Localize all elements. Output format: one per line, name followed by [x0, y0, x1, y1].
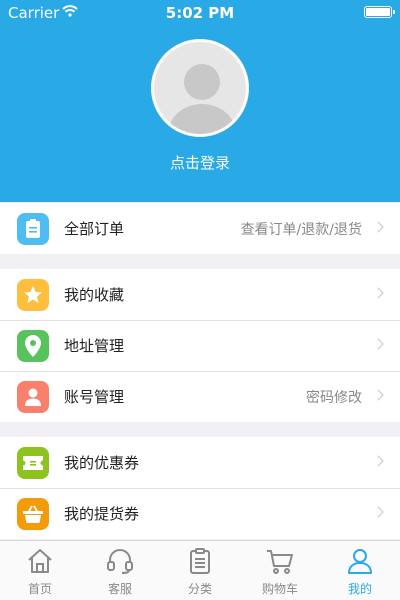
menu-item-label: 我的收藏 — [64, 286, 125, 304]
chevron-right-icon — [372, 338, 384, 350]
cart-icon — [267, 550, 293, 574]
menu-item-detail: 查看订单/退款/退货 — [240, 222, 362, 238]
tab-cart[interactable]: 购物车 — [240, 541, 320, 600]
clipboard-icon — [17, 213, 49, 245]
avatar-body-shape — [168, 104, 236, 134]
coupons-group: 我的优惠券 我的提货券 — [0, 437, 400, 539]
avatar-head-shape — [184, 64, 220, 100]
chevron-right-icon — [372, 221, 384, 233]
orders-group: 全部订单 查看订单/退款/退货 — [0, 203, 400, 254]
tab-label: 首页 — [27, 582, 52, 596]
status-bar: Carrier 5:02 PM — [0, 0, 400, 24]
menu-item-label: 账号管理 — [64, 388, 125, 406]
clipboard-list-icon — [190, 548, 210, 574]
battery-icon — [364, 6, 395, 18]
profile-header: Carrier 5:02 PM 点击登录 — [0, 0, 400, 202]
tab-label: 客服 — [107, 582, 132, 596]
basket-icon — [17, 498, 49, 530]
star-icon — [17, 279, 49, 311]
headset-icon — [107, 549, 133, 574]
tab-bar: 首页 客服 分类 购物车 我的 — [0, 540, 400, 600]
chevron-right-icon — [372, 506, 384, 518]
tab-label: 我的 — [347, 582, 372, 596]
avatar[interactable] — [151, 39, 249, 137]
menu-item-label: 全部订单 — [64, 220, 125, 238]
chevron-right-icon — [372, 455, 384, 467]
person-icon — [348, 549, 372, 574]
menu-item-all-orders[interactable]: 全部订单 查看订单/退款/退货 — [0, 203, 400, 254]
account-group: 我的收藏 地址管理 账号管理 密码修改 — [0, 269, 400, 422]
menu-item-address[interactable]: 地址管理 — [0, 320, 400, 371]
login-link[interactable]: 点击登录 — [0, 152, 400, 173]
menu-item-label: 我的优惠券 — [64, 454, 140, 472]
menu-item-label: 地址管理 — [64, 337, 125, 355]
menu-item-favorites[interactable]: 我的收藏 — [0, 269, 400, 320]
chevron-right-icon — [372, 287, 384, 299]
tab-category[interactable]: 分类 — [160, 541, 240, 600]
home-icon — [28, 549, 52, 573]
status-time: 5:02 PM — [165, 4, 235, 22]
user-icon — [17, 381, 49, 413]
menu-item-account[interactable]: 账号管理 密码修改 — [0, 371, 400, 422]
tab-home[interactable]: 首页 — [0, 541, 80, 600]
chevron-right-icon — [372, 389, 384, 401]
menu-item-detail: 密码修改 — [306, 390, 362, 406]
menu-item-coupons[interactable]: 我的优惠券 — [0, 437, 400, 488]
tab-service[interactable]: 客服 — [80, 541, 160, 600]
tab-mine[interactable]: 我的 — [320, 541, 400, 600]
menu-item-pickup-vouchers[interactable]: 我的提货券 — [0, 488, 400, 539]
tab-label: 购物车 — [261, 582, 298, 596]
menu-item-label: 我的提货券 — [64, 505, 140, 523]
ticket-icon — [17, 447, 49, 479]
tab-label: 分类 — [187, 582, 212, 596]
location-pin-icon — [17, 330, 49, 362]
